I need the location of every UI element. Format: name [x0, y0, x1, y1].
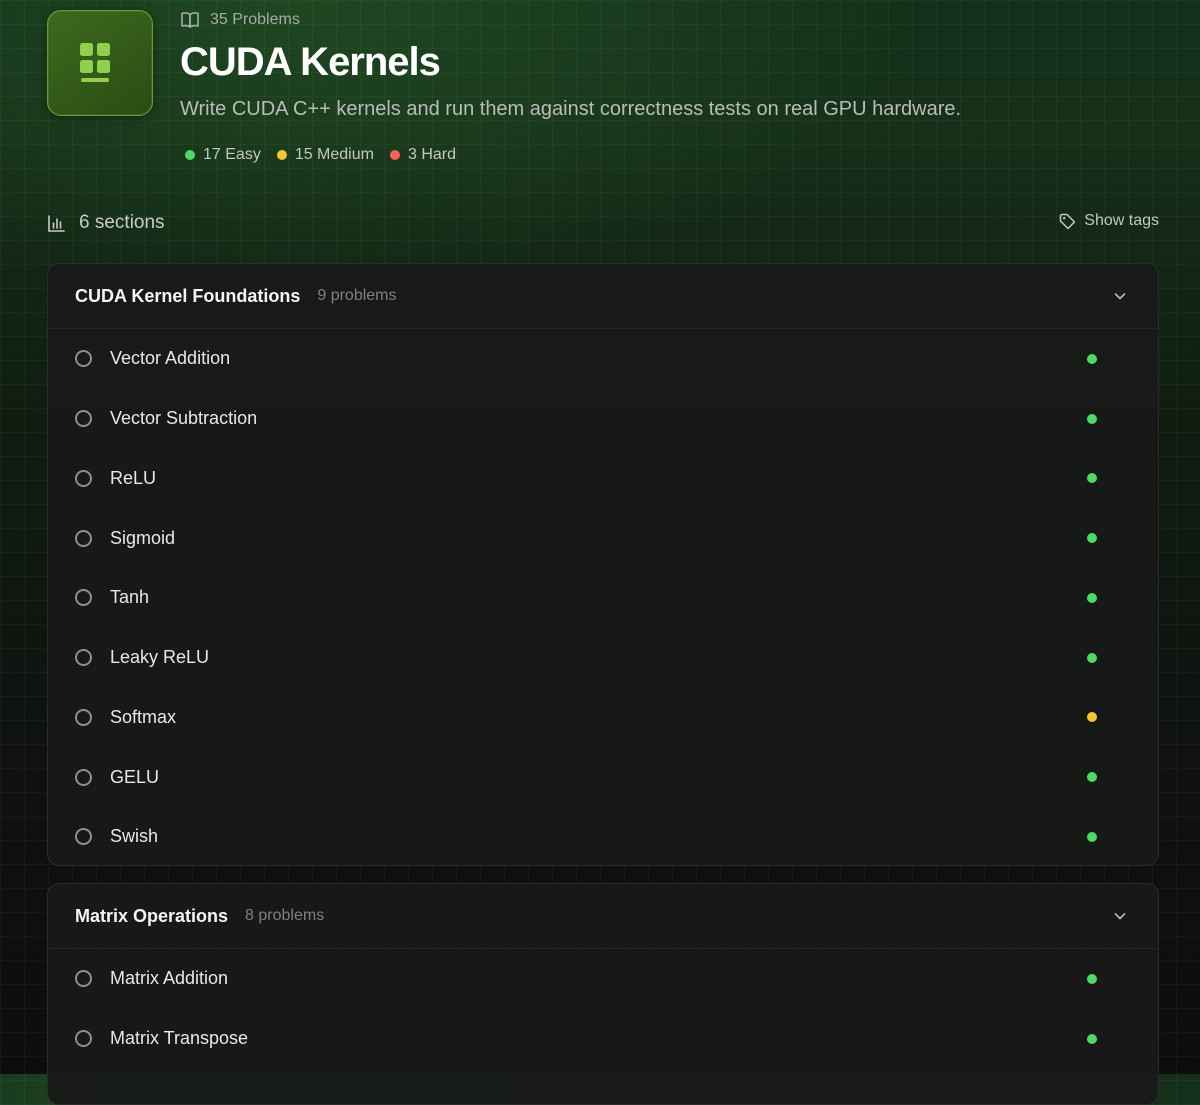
difficulty-dot [1087, 413, 1097, 424]
difficulty-dot [1087, 473, 1097, 484]
problem-list: Matrix Addition Matrix Transpose [48, 949, 1158, 1069]
problem-row[interactable]: Vector Subtraction [48, 389, 1158, 449]
stat-medium-label: 15 Medium [294, 146, 374, 163]
problem-title[interactable]: Matrix Addition [110, 968, 228, 989]
difficulty-dot [1087, 652, 1097, 663]
problem-row[interactable]: ReLU [48, 449, 1158, 509]
category-logo [47, 10, 153, 116]
difficulty-dot [1087, 1033, 1097, 1044]
page-title: CUDA Kernels [180, 40, 441, 84]
status-circle-icon[interactable] [75, 1030, 92, 1048]
problem-count: 35 Problems [180, 10, 300, 30]
section-problem-count: 9 problems [317, 287, 397, 304]
status-circle-icon[interactable] [75, 589, 92, 607]
medium-dot [276, 150, 287, 160]
difficulty-dot [1087, 533, 1097, 544]
problem-list: Vector Addition Vector Subtraction ReLU Sig… [48, 329, 1158, 865]
section-matrix-operations: Matrix Operations 8 problems Matrix Addi… [47, 883, 1159, 1105]
difficulty-dot [1087, 973, 1097, 984]
section-title: CUDA Kernel Foundations [75, 285, 301, 306]
problem-title[interactable]: Softmax [110, 707, 176, 728]
status-circle-icon[interactable] [75, 410, 92, 428]
difficulty-dot [1087, 712, 1097, 723]
problem-row[interactable]: Sigmoid [48, 508, 1158, 568]
problem-title[interactable]: Leaky ReLU [110, 647, 209, 668]
difficulty-dot [1087, 831, 1097, 842]
stat-hard: 3 Hard [389, 146, 456, 164]
sections-count-label: 6 sections [79, 212, 165, 233]
difficulty-dot [1087, 353, 1097, 364]
difficulty-dot [1087, 592, 1097, 603]
status-circle-icon[interactable] [75, 970, 92, 988]
problem-title[interactable]: Vector Subtraction [110, 408, 257, 429]
section-header[interactable]: Matrix Operations 8 problems [48, 884, 1158, 949]
problem-row[interactable]: Swish [48, 807, 1158, 865]
bar-chart-icon [48, 214, 65, 232]
status-circle-icon[interactable] [75, 529, 92, 547]
problem-title[interactable]: Vector Addition [110, 348, 230, 369]
status-circle-icon[interactable] [75, 469, 92, 487]
chevron-down-icon[interactable] [1112, 288, 1128, 304]
page-subtitle: Write CUDA C++ kernels and run them agai… [180, 98, 962, 120]
status-circle-icon[interactable] [75, 649, 92, 667]
stat-easy: 17 Easy [185, 146, 261, 164]
status-circle-icon[interactable] [75, 828, 92, 846]
problem-title[interactable]: ReLU [110, 468, 156, 489]
problem-count-label: 35 Problems [210, 11, 300, 28]
section-title: Matrix Operations [75, 905, 229, 926]
problem-title[interactable]: Sigmoid [110, 528, 175, 549]
grid-icon [80, 43, 110, 82]
stat-medium: 15 Medium [276, 146, 374, 164]
problem-row[interactable]: Softmax [48, 688, 1158, 748]
problem-row[interactable]: Vector Addition [48, 329, 1158, 389]
sections-summary: 6 sections [47, 212, 165, 234]
tag-icon [1060, 213, 1076, 229]
section-problem-count: 8 problems [245, 907, 325, 924]
section-header[interactable]: CUDA Kernel Foundations 9 problems [48, 264, 1158, 329]
hard-dot [389, 150, 400, 160]
problem-title[interactable]: Tanh [110, 587, 149, 608]
problem-row[interactable]: Matrix Addition [48, 949, 1158, 1009]
section-cuda-kernel-foundations: CUDA Kernel Foundations 9 problems Vecto… [47, 263, 1159, 866]
book-open-icon [181, 12, 199, 28]
problem-title[interactable]: GELU [110, 767, 159, 788]
problem-row[interactable]: GELU [48, 747, 1158, 807]
problem-row[interactable]: Matrix Transpose [48, 1009, 1158, 1069]
easy-dot [185, 150, 195, 160]
difficulty-stats: 17 Easy 15 Medium 3 Hard [185, 146, 456, 164]
problem-row[interactable]: Tanh [48, 568, 1158, 628]
problem-title[interactable]: Swish [110, 826, 158, 847]
status-circle-icon[interactable] [75, 350, 92, 368]
show-tags-button[interactable]: Show tags [1059, 212, 1159, 230]
status-circle-icon[interactable] [75, 708, 92, 726]
problem-title[interactable]: Matrix Transpose [110, 1028, 248, 1049]
stat-hard-label: 3 Hard [407, 146, 456, 163]
stat-easy-label: 17 Easy [203, 146, 261, 163]
chevron-down-icon[interactable] [1112, 908, 1128, 924]
status-circle-icon[interactable] [75, 768, 92, 786]
show-tags-label: Show tags [1084, 212, 1159, 229]
difficulty-dot [1087, 772, 1097, 783]
problem-row[interactable]: Leaky ReLU [48, 628, 1158, 688]
